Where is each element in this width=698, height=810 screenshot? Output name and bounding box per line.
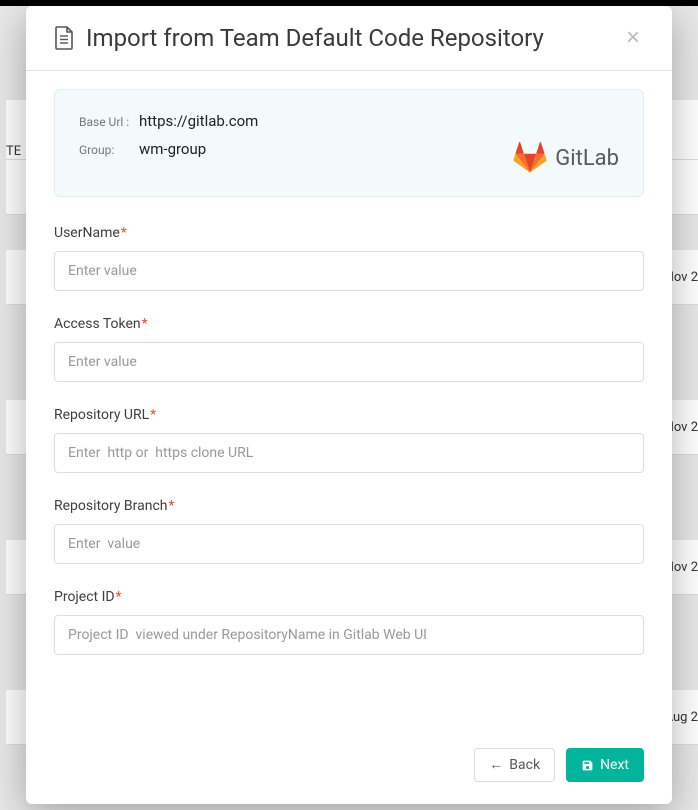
next-button[interactable]: Next xyxy=(566,748,644,782)
gitlab-icon xyxy=(513,142,547,174)
access-token-label: Access Token* xyxy=(54,316,644,332)
modal-footer: ← Back Next xyxy=(26,734,672,804)
document-icon xyxy=(54,26,74,50)
close-button[interactable]: × xyxy=(622,26,644,50)
back-button[interactable]: ← Back xyxy=(474,748,555,782)
import-modal: Import from Team Default Code Repository… xyxy=(26,6,672,804)
next-button-label: Next xyxy=(600,757,629,773)
modal-body: Base Url : https://gitlab.com Group: wm-… xyxy=(26,71,672,734)
repo-branch-input[interactable] xyxy=(54,524,644,564)
group-label: Group: xyxy=(79,143,139,157)
modal-header: Import from Team Default Code Repository… xyxy=(26,6,672,71)
arrow-left-icon: ← xyxy=(489,758,503,772)
group-value: wm-group xyxy=(139,140,206,158)
base-url-label: Base Url : xyxy=(79,115,139,129)
repo-info-box: Base Url : https://gitlab.com Group: wm-… xyxy=(54,89,644,197)
repo-url-input[interactable] xyxy=(54,433,644,473)
base-url-value: https://gitlab.com xyxy=(139,112,258,130)
gitlab-brand: GitLab xyxy=(513,142,619,174)
project-id-input[interactable] xyxy=(54,615,644,655)
gitlab-label: GitLab xyxy=(555,146,619,171)
access-token-input[interactable] xyxy=(54,342,644,382)
save-icon xyxy=(581,759,594,772)
bg-text: TE xyxy=(6,144,21,159)
project-id-label: Project ID* xyxy=(54,589,644,605)
repo-branch-label: Repository Branch* xyxy=(54,498,644,514)
username-input[interactable] xyxy=(54,251,644,291)
modal-title: Import from Team Default Code Repository xyxy=(86,24,622,52)
repo-url-label: Repository URL* xyxy=(54,407,644,423)
back-button-label: Back xyxy=(509,757,540,773)
username-label: UserName* xyxy=(54,225,644,241)
